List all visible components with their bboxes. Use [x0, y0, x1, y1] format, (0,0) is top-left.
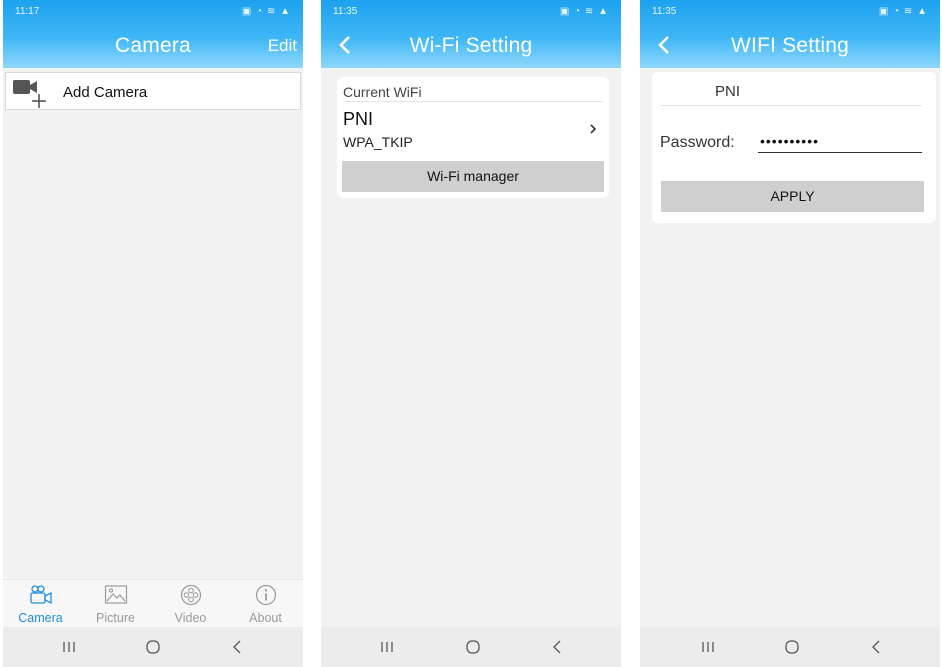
- camera-list-screen: 11:17 ▣ ◔ ≋ ▲ Camera Edit Add Camera Cam…: [3, 0, 303, 667]
- wifi-security: WPA_TKIP: [343, 134, 413, 150]
- recent-apps-button[interactable]: [688, 635, 728, 659]
- wifi-setting-screen: 11:35 ▣ ◔ ≋ ▲ Wi-Fi Setting Current WiFi…: [321, 0, 621, 667]
- home-icon: [785, 640, 799, 654]
- recent-apps-button[interactable]: [367, 635, 407, 659]
- tab-label: Camera: [18, 611, 63, 625]
- tab-picture[interactable]: Picture: [78, 580, 153, 628]
- app-bar: 11:35 ▣ ◔ ≋ ▲ Wi-Fi Setting: [321, 0, 621, 68]
- back-icon: [872, 640, 880, 654]
- status-bar: 11:35 ▣ ◔ ≋ ▲: [333, 6, 609, 20]
- recent-apps-icon: [381, 642, 393, 652]
- bottom-tab-bar: Camera Picture Video About: [3, 579, 303, 628]
- add-camera-icon: [13, 80, 46, 108]
- add-camera-row[interactable]: Add Camera: [5, 72, 301, 110]
- tab-label: Picture: [96, 611, 135, 625]
- recent-apps-icon: [702, 642, 714, 652]
- back-icon: [553, 640, 561, 654]
- status-icons: ▣ ◔ ≋ ▲: [559, 6, 609, 17]
- wifi-login-card: PNI Password: APPLY: [652, 72, 936, 223]
- divider: [343, 101, 603, 102]
- recent-apps-icon: [63, 642, 75, 652]
- current-wifi-card: Current WiFi PNI WPA_TKIP Wi-Fi manager: [337, 77, 609, 198]
- home-icon: [466, 640, 480, 654]
- page-title: WIFI Setting: [731, 34, 849, 57]
- recent-apps-button[interactable]: [49, 635, 89, 659]
- back-button[interactable]: [537, 635, 577, 659]
- back-icon: [233, 640, 241, 654]
- status-icons: ▣ ◔ ≋ ▲: [878, 6, 928, 17]
- home-button[interactable]: [772, 635, 812, 659]
- home-icon: [146, 640, 160, 654]
- wifi-manager-button[interactable]: Wi-Fi manager: [342, 161, 604, 192]
- home-button[interactable]: [133, 635, 173, 659]
- app-bar: 11:35 ▣ ◔ ≋ ▲ WIFI Setting: [640, 0, 940, 68]
- system-nav-bar: [321, 627, 621, 667]
- tab-label: Video: [174, 611, 207, 625]
- status-time: 11:35: [652, 6, 677, 17]
- tab-camera[interactable]: Camera: [3, 580, 78, 628]
- page-title: Camera: [115, 34, 191, 57]
- edit-button[interactable]: Edit: [268, 36, 297, 56]
- back-button[interactable]: [217, 635, 257, 659]
- app-bar: 11:17 ▣ ◔ ≋ ▲ Camera Edit: [3, 0, 303, 68]
- tab-label: About: [249, 611, 282, 625]
- info-icon: [255, 584, 277, 606]
- status-icons: ▣ ◔ ≋ ▲: [241, 6, 291, 17]
- apply-button[interactable]: APPLY: [661, 181, 924, 212]
- add-camera-label: Add Camera: [63, 84, 148, 101]
- tab-video[interactable]: Video: [153, 580, 228, 628]
- back-button[interactable]: [856, 635, 896, 659]
- wifi-password-screen: 11:35 ▣ ◔ ≋ ▲ WIFI Setting PNI Password:…: [640, 0, 940, 667]
- system-nav-bar: [640, 627, 940, 667]
- password-label: Password:: [660, 134, 735, 151]
- status-bar: 11:17 ▣ ◔ ≋ ▲: [15, 6, 291, 20]
- page-title: Wi-Fi Setting: [409, 34, 533, 57]
- camera-icon: [30, 585, 52, 605]
- wifi-ssid: PNI: [343, 109, 374, 129]
- system-nav-bar: [3, 627, 303, 667]
- status-time: 11:17: [15, 6, 40, 17]
- status-time: 11:35: [333, 6, 358, 17]
- video-icon: [180, 584, 202, 606]
- section-label: Current WiFi: [343, 84, 422, 100]
- status-bar: 11:35 ▣ ◔ ≋ ▲: [652, 6, 928, 20]
- tab-about[interactable]: About: [228, 580, 303, 628]
- picture-icon: [104, 585, 128, 604]
- home-button[interactable]: [453, 635, 493, 659]
- chevron-right-icon: [590, 124, 597, 134]
- password-field[interactable]: [758, 130, 922, 153]
- divider: [661, 105, 922, 106]
- wifi-ssid: PNI: [715, 83, 741, 100]
